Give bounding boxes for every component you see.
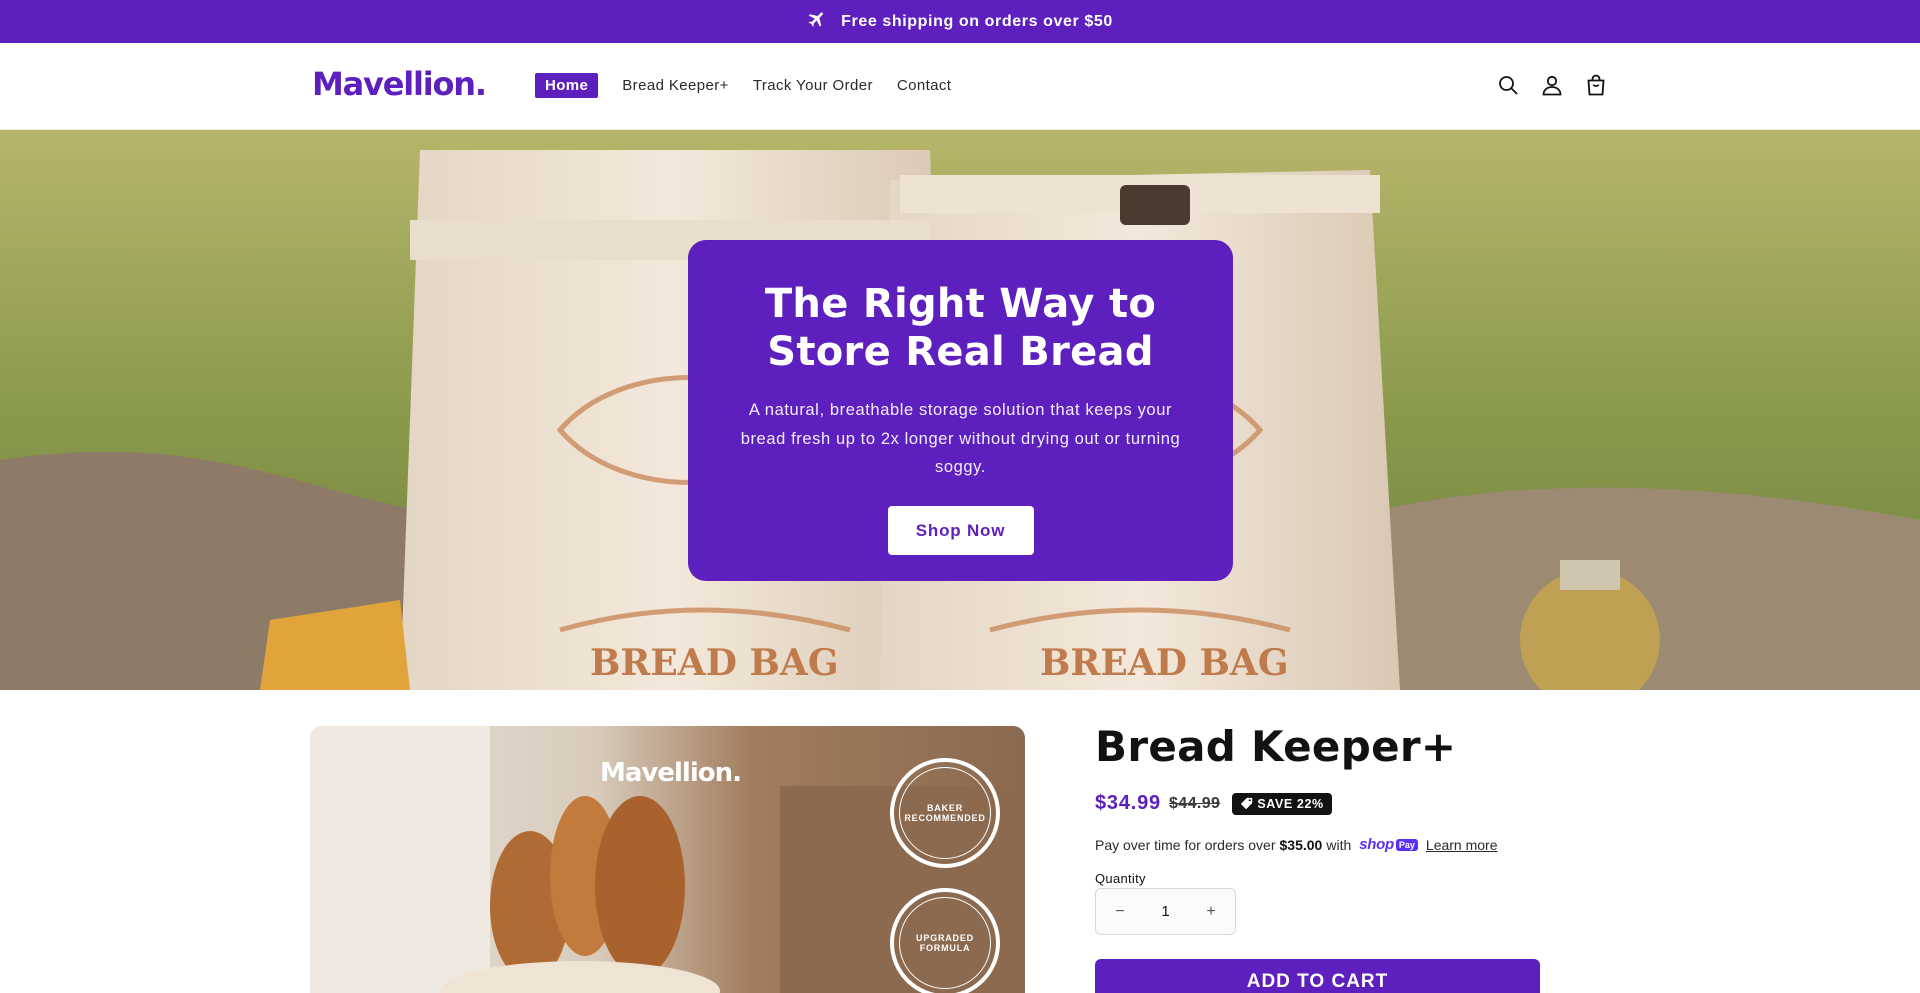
hero-card: The Right Way to Store Real Bread A natu… bbox=[688, 240, 1233, 581]
quantity-label: Quantity bbox=[1095, 871, 1146, 886]
quantity-increase-button[interactable]: + bbox=[1201, 903, 1221, 921]
tag-icon bbox=[1241, 797, 1253, 810]
product-image[interactable]: Mavellion. BAKER RECOMMENDED UPGRADED FO… bbox=[310, 726, 1025, 993]
baker-recommended-badge: BAKER RECOMMENDED bbox=[890, 758, 1000, 868]
quantity-decrease-button[interactable]: − bbox=[1110, 903, 1130, 921]
hero-image-label: BREAD BAG bbox=[1040, 642, 1289, 684]
save-badge: SAVE 22% bbox=[1232, 792, 1332, 815]
shop-now-button[interactable]: Shop Now bbox=[887, 505, 1034, 555]
save-badge-label: SAVE 22% bbox=[1257, 796, 1324, 811]
shop-pay-pill: Pay bbox=[1395, 838, 1418, 851]
hero-banner: BREAD BAG BREAD BAG The Right Way to Sto… bbox=[0, 130, 1920, 690]
installments-amount: $35.00 bbox=[1279, 836, 1323, 853]
quantity-input[interactable]: 1 bbox=[1161, 903, 1169, 920]
price-row: $34.99 $44.99 SAVE 22% bbox=[1095, 792, 1332, 815]
nav-item-contact[interactable]: Contact bbox=[897, 77, 952, 94]
brand-logo[interactable]: Mavellion. bbox=[312, 65, 487, 103]
installments-with: with bbox=[1326, 836, 1352, 853]
upgraded-formula-badge: UPGRADED FORMULA bbox=[890, 888, 1000, 993]
search-icon[interactable] bbox=[1496, 73, 1520, 97]
cart-icon[interactable] bbox=[1584, 73, 1608, 97]
shop-pay-word: shop bbox=[1359, 836, 1394, 853]
main-nav: Home Bread Keeper+ Track Your Order Cont… bbox=[535, 73, 951, 98]
announcement-bar: Free shipping on orders over $50 bbox=[0, 0, 1920, 43]
header-icons bbox=[1496, 73, 1608, 97]
shop-pay-logo: shop Pay bbox=[1359, 836, 1418, 853]
nav-item-home[interactable]: Home bbox=[535, 73, 599, 98]
learn-more-link[interactable]: Learn more bbox=[1426, 837, 1498, 853]
installments-message: Pay over time for orders over $35.00 wit… bbox=[1095, 836, 1498, 853]
site-header: Mavellion. Home Bread Keeper+ Track Your… bbox=[0, 43, 1920, 130]
account-icon[interactable] bbox=[1540, 73, 1564, 97]
installments-prefix: Pay over time for orders over bbox=[1095, 836, 1276, 853]
nav-item-track-order[interactable]: Track Your Order bbox=[753, 77, 873, 94]
product-title: Bread Keeper+ bbox=[1095, 722, 1457, 771]
sale-price: $34.99 bbox=[1095, 792, 1161, 814]
announcement-text: Free shipping on orders over $50 bbox=[841, 12, 1113, 30]
regular-price: $44.99 bbox=[1168, 794, 1221, 812]
nav-item-bread-keeper[interactable]: Bread Keeper+ bbox=[622, 77, 729, 94]
quantity-stepper: − 1 + bbox=[1095, 888, 1236, 935]
hero-subtitle: A natural, breathable storage solution t… bbox=[740, 401, 1181, 476]
hero-image-label: BREAD BAG bbox=[590, 642, 839, 684]
airplane-icon bbox=[807, 9, 827, 34]
product-image-logo: Mavellion. bbox=[600, 758, 742, 788]
add-to-cart-button[interactable]: ADD TO CART bbox=[1095, 959, 1540, 993]
hero-title: The Right Way to Store Real Bread bbox=[764, 281, 1157, 375]
